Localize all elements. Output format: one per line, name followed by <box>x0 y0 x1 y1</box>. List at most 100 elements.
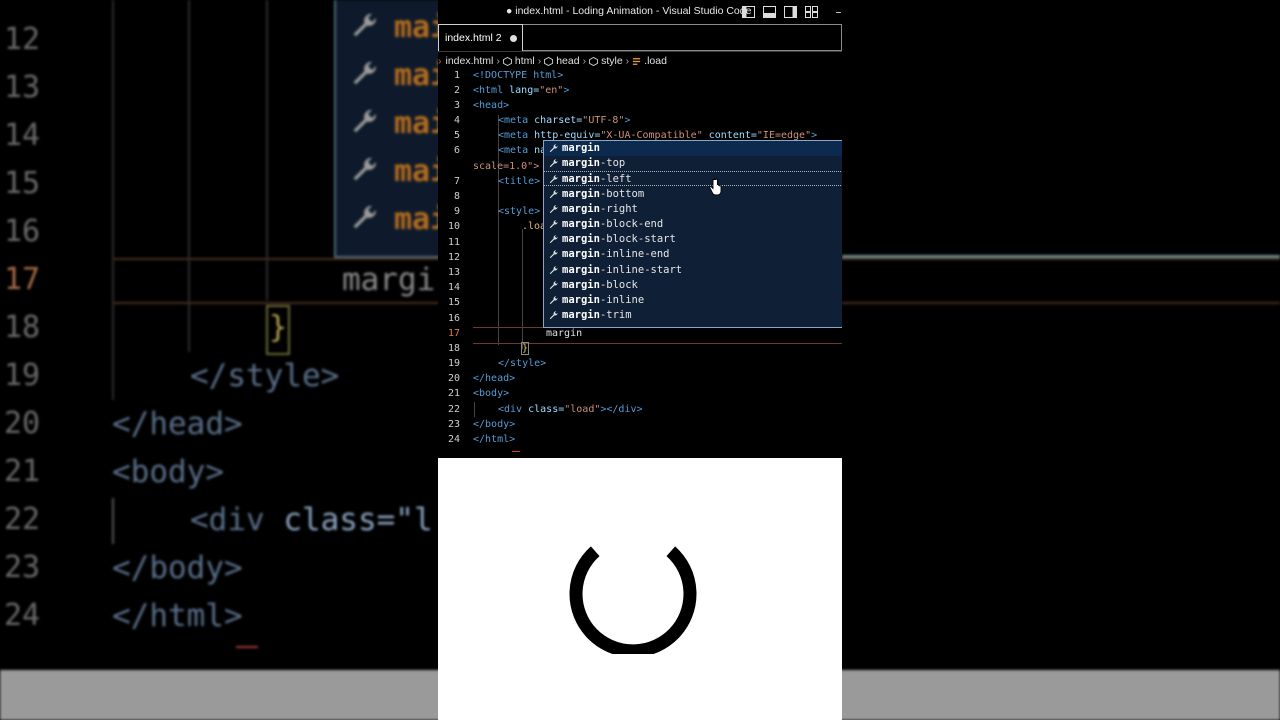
code-line: <html lang="en"> <box>473 85 569 96</box>
wrench-icon <box>353 61 376 85</box>
suggest-item-match: margin <box>562 248 600 261</box>
line-number: 13 <box>447 267 460 278</box>
suggest-item-rest: -block <box>599 278 638 291</box>
suggest-item-label: margin-top <box>562 157 625 169</box>
bg-typed-text: margi <box>342 262 436 298</box>
bg-line-numbers: 12 13 14 15 16 17 18 19 20 21 22 23 24 <box>0 0 60 670</box>
bg-code-token: <div <box>190 502 265 538</box>
suggest-item-rest: -left <box>599 173 632 186</box>
code-line-active: margin <box>546 328 583 339</box>
wrench-icon <box>549 311 558 320</box>
code-token: charset= <box>528 115 583 126</box>
bg-brace: } <box>268 310 288 345</box>
breadcrumb-item-load[interactable]: .load <box>644 55 667 67</box>
suggest-widget[interactable]: margin margin-top margin-left margin-bottom… <box>543 140 842 328</box>
code-line: scale=1.0"> <box>473 161 540 172</box>
code-line: <body> <box>473 388 510 399</box>
suggest-item[interactable]: margin-inline <box>544 293 842 308</box>
suggest-item-label: margin-trim <box>562 309 632 321</box>
line-number: 19 <box>447 358 460 369</box>
suggest-item[interactable]: margin-block-start <box>544 232 842 247</box>
wrench-icon <box>549 296 558 305</box>
chevron-right-icon: › <box>496 55 500 67</box>
toggle-panel-icon[interactable] <box>762 4 777 19</box>
code-token: <div <box>498 404 523 415</box>
wrench-icon <box>549 205 558 213</box>
line-number: 2 <box>453 85 460 96</box>
suggest-item-label: margin <box>562 142 600 154</box>
suggest-item[interactable]: margin-right <box>544 202 842 217</box>
bg-line-number: 13 <box>4 70 41 105</box>
element-icon <box>544 56 554 66</box>
wrench-icon <box>549 250 558 259</box>
customize-layout-icon[interactable] <box>804 4 819 19</box>
tab-index-html[interactable]: index.html 2 <box>438 24 523 51</box>
bg-indent-guide <box>266 0 268 300</box>
bg-line-number: 21 <box>4 454 41 489</box>
suggest-item-match: margin <box>562 263 600 276</box>
bg-code-token: class="l <box>264 502 433 538</box>
wrench-icon <box>549 281 558 289</box>
bg-line-number: 22 <box>4 502 41 537</box>
suggest-item[interactable]: margin-top <box>544 156 842 171</box>
wrench-icon <box>549 159 558 168</box>
breadcrumb-item-head[interactable]: head <box>556 55 579 67</box>
bg-suggest-widget: mai mai mai mai mai <box>334 0 448 258</box>
suggest-item-match: margin <box>562 142 600 154</box>
line-number: 16 <box>447 313 460 324</box>
suggest-item[interactable]: margin-left <box>544 171 842 187</box>
bg-line-number: 24 <box>4 598 41 633</box>
suggest-item-label: margin-right <box>562 203 638 215</box>
bg-error-squiggle <box>236 642 258 648</box>
code-token: lang= <box>503 85 540 96</box>
breadcrumb-caret-icon: › <box>438 55 442 67</box>
breadcrumb-item-style[interactable]: style <box>601 55 623 67</box>
suggest-item[interactable]: margin <box>544 141 842 156</box>
line-number: 23 <box>447 419 460 430</box>
suggest-item[interactable]: margin-inline-start <box>544 263 842 278</box>
toggle-secondary-sidebar-icon[interactable] <box>783 4 798 19</box>
suggest-item-rest: -trim <box>599 309 632 322</box>
suggest-item[interactable]: margin-trim <box>544 308 842 323</box>
code-token: <meta <box>498 115 529 126</box>
minimize-button[interactable]: – <box>831 4 842 19</box>
toggle-sidebar-icon[interactable] <box>741 4 756 19</box>
suggest-item[interactable]: margin-bottom <box>544 187 842 202</box>
suggest-item-rest: -inline <box>599 294 645 306</box>
bg-code-line: <div class="l <box>190 502 433 538</box>
unsaved-dot-icon[interactable] <box>510 35 517 42</box>
line-number: 12 <box>447 252 460 263</box>
wrench-icon <box>353 13 376 37</box>
code-line: <div class="load"></div> <box>498 404 643 415</box>
wrench-icon <box>549 189 558 198</box>
code-token: "en" <box>539 85 564 96</box>
code-line: </body> <box>473 419 516 430</box>
breadcrumb-item-file[interactable]: index.html <box>446 55 494 67</box>
suggest-item-match: margin <box>562 309 600 322</box>
wrench-icon <box>549 235 558 244</box>
code-line: <head> <box>473 100 510 111</box>
suggest-item-match: margin <box>562 157 600 170</box>
suggest-item[interactable]: margin-block-end <box>544 217 842 232</box>
line-number: 5 <box>453 130 460 141</box>
wrench-icon <box>353 157 376 181</box>
error-squiggle <box>512 449 520 452</box>
bg-line-number: 16 <box>4 214 41 249</box>
line-number: 6 <box>453 145 460 156</box>
suggest-item-label: margin-inline-start <box>562 264 682 276</box>
code-line: <title> <box>498 176 541 187</box>
chevron-right-icon: › <box>582 55 587 67</box>
bg-line-number: 19 <box>4 358 41 393</box>
code-token: "load" <box>564 404 601 415</box>
suggest-item[interactable]: margin-block <box>544 278 842 293</box>
line-number: 3 <box>453 100 460 111</box>
suggest-item-match: margin <box>562 173 600 186</box>
suggest-item[interactable]: margin-inline-end <box>544 247 842 262</box>
line-number: 20 <box>447 373 460 384</box>
bg-line-number: 12 <box>4 22 41 57</box>
breadcrumb-item-html[interactable]: html <box>515 55 535 67</box>
code-line: <meta na <box>498 145 546 156</box>
suggest-item-match: margin <box>562 218 600 230</box>
suggest-item-match: margin <box>562 233 600 246</box>
code-line: <style> <box>498 206 541 217</box>
